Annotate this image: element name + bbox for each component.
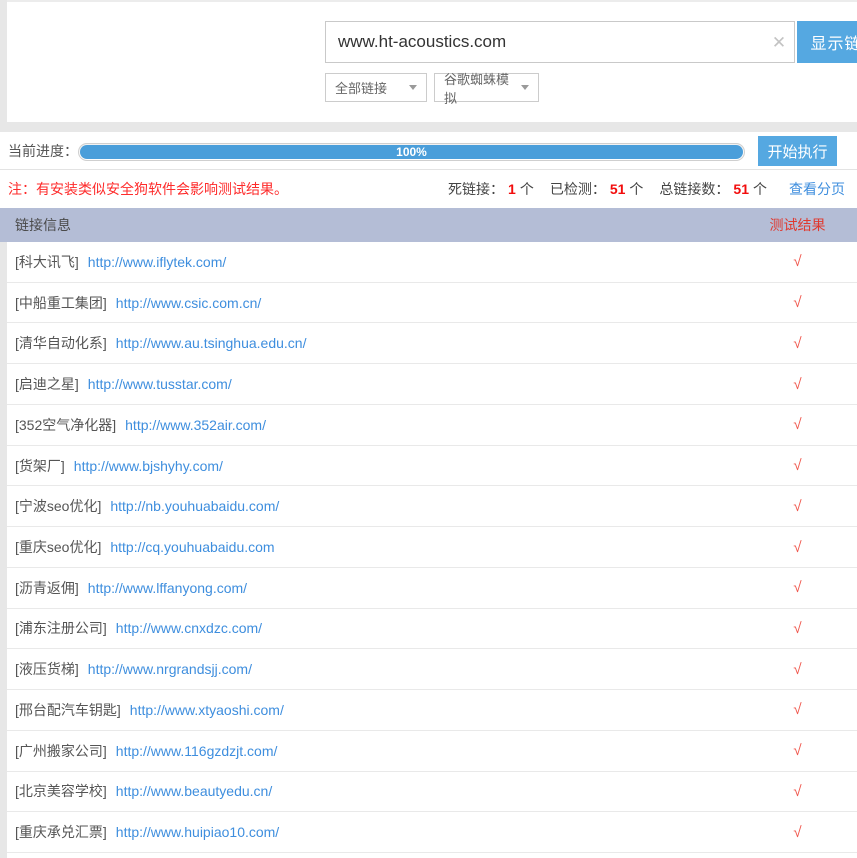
- row-site-name: [中船重工集团]: [15, 293, 107, 313]
- table-row: [邢台配汽车钥匙] http://www.xtyaoshi.com/ √: [7, 690, 857, 731]
- row-url[interactable]: http://www.lffanyong.com/: [88, 580, 247, 596]
- summary-section: 注：有安装类似安全狗软件会影响测试结果。 死链接： 1 个 已检测： 51 个 …: [0, 170, 857, 208]
- row-url[interactable]: http://www.iflytek.com/: [88, 254, 226, 270]
- total-links-count: 51: [733, 181, 749, 197]
- row-result-check: √: [750, 701, 845, 718]
- row-site-name: [沥青返佣]: [15, 578, 79, 598]
- search-panel: ✕ 显示链接 全部链接 谷歌蜘蛛模拟: [7, 0, 857, 122]
- clear-input-icon[interactable]: ✕: [767, 31, 791, 55]
- show-links-button[interactable]: 显示链接: [797, 21, 857, 63]
- row-result-check: √: [750, 579, 845, 596]
- row-result-check: √: [750, 457, 845, 474]
- link-table-body: [科大讯飞] http://www.iflytek.com/ √ [中船重工集团…: [7, 242, 857, 853]
- dead-links-count: 1: [508, 181, 516, 197]
- link-type-dropdown[interactable]: 全部链接: [325, 73, 427, 102]
- row-url[interactable]: http://www.116gzdzjt.com/: [116, 743, 278, 759]
- row-result-check: √: [750, 620, 845, 637]
- row-site-name: [清华自动化系]: [15, 333, 107, 353]
- row-site-name: [浦东注册公司]: [15, 618, 107, 638]
- row-site-name: [货架厂]: [15, 456, 65, 476]
- row-result-check: √: [750, 742, 845, 759]
- table-header: 链接信息 测试结果: [0, 208, 857, 242]
- row-result-check: √: [750, 539, 845, 556]
- row-url[interactable]: http://www.bjshyhy.com/: [74, 458, 223, 474]
- total-links-label: 总链接数：: [659, 179, 729, 199]
- table-row: [宁波seo优化] http://nb.youhuabaidu.com/ √: [7, 486, 857, 527]
- row-result-check: √: [750, 498, 845, 515]
- dead-links-unit: 个: [520, 179, 534, 199]
- start-execute-button[interactable]: 开始执行: [758, 136, 837, 166]
- spider-mode-dropdown[interactable]: 谷歌蜘蛛模拟: [434, 73, 539, 102]
- dead-links-label: 死链接：: [448, 179, 504, 199]
- checked-unit: 个: [629, 179, 643, 199]
- row-site-name: [广州搬家公司]: [15, 741, 107, 761]
- table-row: [沥青返佣] http://www.lffanyong.com/ √: [7, 568, 857, 609]
- row-url[interactable]: http://www.huipiao10.com/: [116, 824, 279, 840]
- chevron-down-icon: [521, 85, 529, 90]
- row-url[interactable]: http://www.352air.com/: [125, 417, 266, 433]
- progress-section: 当前进度： 100% 开始执行: [0, 132, 857, 170]
- view-pagination-link[interactable]: 查看分页: [789, 179, 845, 199]
- row-url[interactable]: http://www.beautyedu.cn/: [116, 783, 272, 799]
- spider-mode-dropdown-value: 谷歌蜘蛛模拟: [444, 69, 515, 107]
- row-url[interactable]: http://www.nrgrandsjj.com/: [88, 661, 252, 677]
- row-url[interactable]: http://www.xtyaoshi.com/: [130, 702, 284, 718]
- dead-link-checker-app: ✕ 显示链接 全部链接 谷歌蜘蛛模拟 当前进度： 100% 开始执行 注：有安装…: [0, 0, 857, 858]
- row-result-check: √: [750, 824, 845, 841]
- total-links-unit: 个: [753, 179, 767, 199]
- safety-warning-text: 注：有安装类似安全狗软件会影响测试结果。: [8, 170, 288, 208]
- table-row: [北京美容学校] http://www.beautyedu.cn/ √: [7, 772, 857, 813]
- row-site-name: [科大讯飞]: [15, 252, 79, 272]
- progress-label: 当前进度：: [8, 132, 78, 170]
- link-info-column-header: 链接信息: [0, 215, 71, 235]
- row-result-check: √: [750, 335, 845, 352]
- table-row: [启迪之星] http://www.tusstar.com/ √: [7, 364, 857, 405]
- row-url[interactable]: http://www.tusstar.com/: [88, 376, 232, 392]
- row-site-name: [北京美容学校]: [15, 781, 107, 801]
- row-url[interactable]: http://www.au.tsinghua.edu.cn/: [116, 335, 307, 351]
- table-row: [清华自动化系] http://www.au.tsinghua.edu.cn/ …: [7, 323, 857, 364]
- table-row: [中船重工集团] http://www.csic.com.cn/ √: [7, 283, 857, 324]
- row-result-check: √: [750, 661, 845, 678]
- row-site-name: [邢台配汽车钥匙]: [15, 700, 121, 720]
- table-row: [重庆承兑汇票] http://www.huipiao10.com/ √: [7, 812, 857, 853]
- row-site-name: [重庆承兑汇票]: [15, 822, 107, 842]
- stats-bar: 死链接： 1 个 已检测： 51 个 总链接数： 51 个 查看分页: [448, 170, 845, 208]
- table-row: [广州搬家公司] http://www.116gzdzjt.com/ √: [7, 731, 857, 772]
- row-site-name: [重庆seo优化]: [15, 537, 101, 557]
- row-result-check: √: [750, 253, 845, 270]
- table-row: [液压货梯] http://www.nrgrandsjj.com/ √: [7, 649, 857, 690]
- row-result-check: √: [750, 294, 845, 311]
- progress-bar: 100%: [78, 143, 745, 161]
- chevron-down-icon: [409, 85, 417, 90]
- row-url[interactable]: http://www.cnxdzc.com/: [116, 620, 262, 636]
- row-result-check: √: [750, 376, 845, 393]
- progress-fill: 100%: [80, 145, 743, 159]
- checked-count: 51: [610, 181, 626, 197]
- checked-label: 已检测：: [550, 179, 606, 199]
- row-result-check: √: [750, 416, 845, 433]
- row-site-name: [352空气净化器]: [15, 415, 116, 435]
- table-row: [浦东注册公司] http://www.cnxdzc.com/ √: [7, 609, 857, 650]
- row-url[interactable]: http://www.csic.com.cn/: [116, 295, 261, 311]
- table-row: [科大讯飞] http://www.iflytek.com/ √: [7, 242, 857, 283]
- row-url[interactable]: http://cq.youhuabaidu.com: [110, 539, 274, 555]
- row-result-check: √: [750, 783, 845, 800]
- table-row: [货架厂] http://www.bjshyhy.com/ √: [7, 446, 857, 487]
- row-site-name: [液压货梯]: [15, 659, 79, 679]
- domain-input[interactable]: [325, 21, 795, 63]
- row-site-name: [启迪之星]: [15, 374, 79, 394]
- table-row: [352空气净化器] http://www.352air.com/ √: [7, 405, 857, 446]
- row-site-name: [宁波seo优化]: [15, 496, 101, 516]
- test-result-column-header: 测试结果: [750, 215, 845, 235]
- table-row: [重庆seo优化] http://cq.youhuabaidu.com √: [7, 527, 857, 568]
- row-url[interactable]: http://nb.youhuabaidu.com/: [110, 498, 279, 514]
- section-divider-band: [0, 122, 857, 132]
- link-type-dropdown-value: 全部链接: [335, 78, 387, 97]
